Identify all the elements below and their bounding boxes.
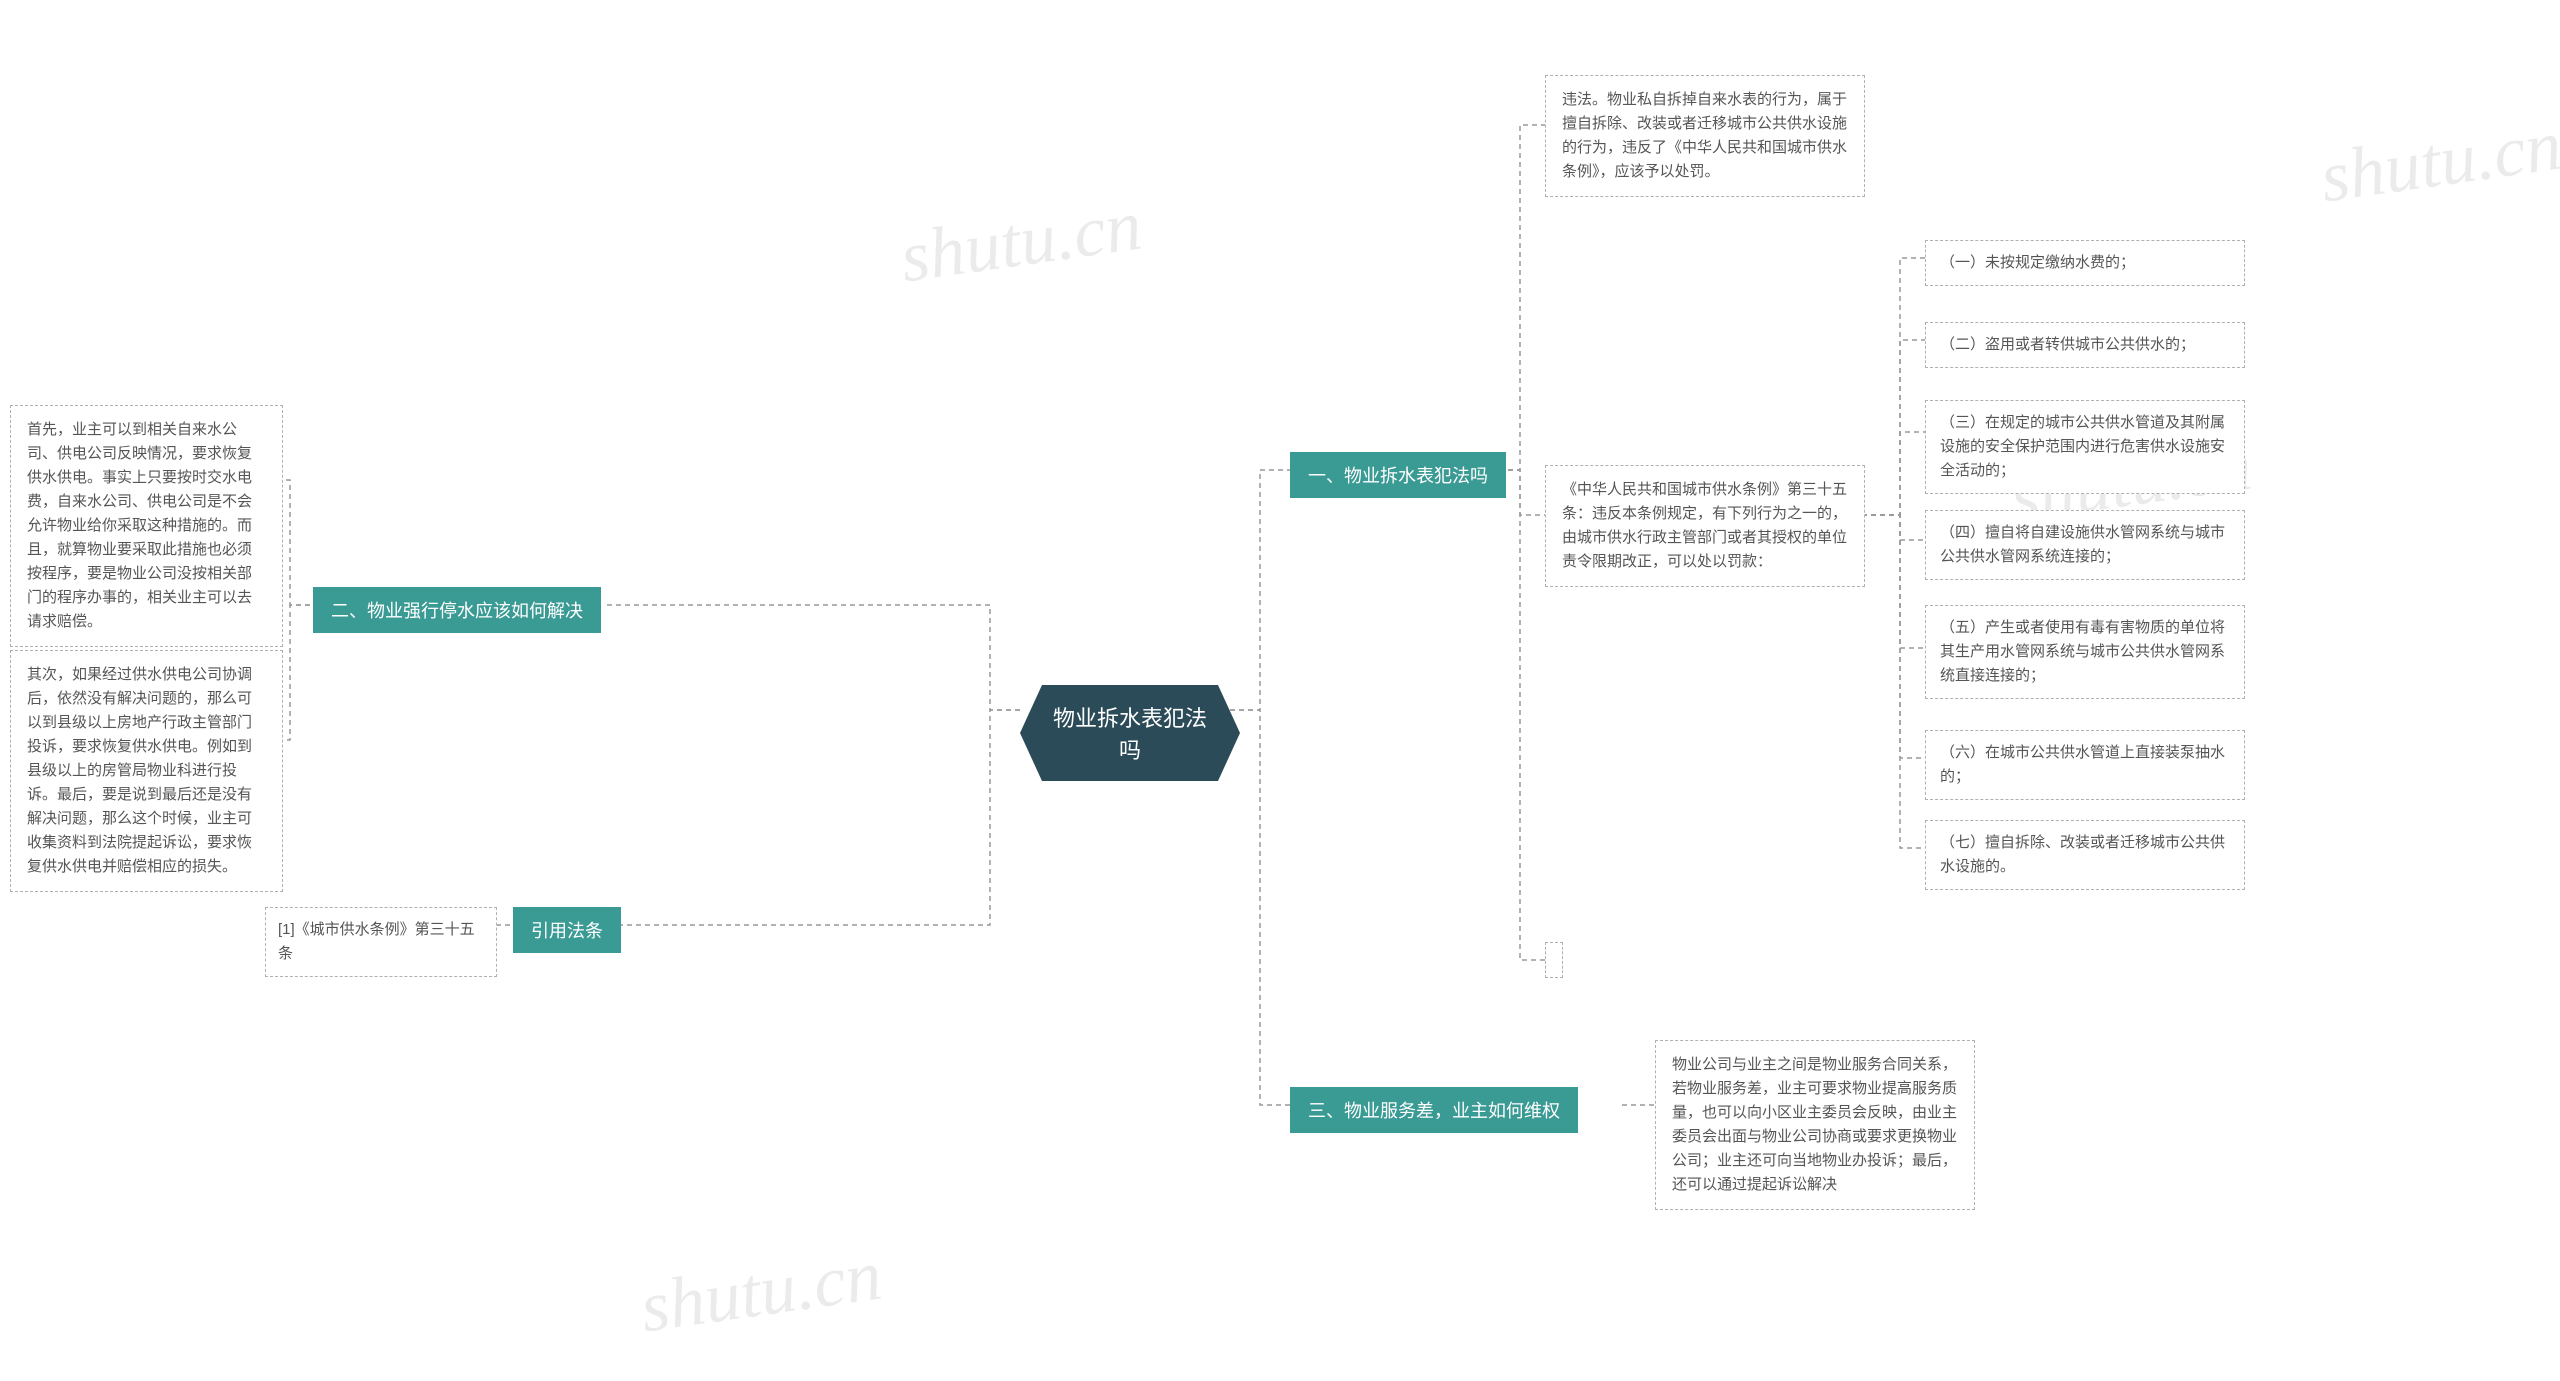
leaf-text: （四）擅自将自建设施供水管网系统与城市公共供水管网系统连接的； bbox=[1940, 524, 2225, 565]
leaf-node-b1-2-2[interactable]: （二）盗用或者转供城市公共供水的； bbox=[1925, 322, 2245, 368]
leaf-text: [1]《城市供水条例》第三十五条 bbox=[278, 921, 475, 962]
leaf-node-b1-2-3[interactable]: （三）在规定的城市公共供水管道及其附属设施的安全保护范围内进行危害供水设施安全活… bbox=[1925, 400, 2245, 494]
leaf-node-b1-empty bbox=[1545, 942, 1563, 978]
leaf-node-b1-2-1[interactable]: （一）未按规定缴纳水费的； bbox=[1925, 240, 2245, 286]
leaf-node-b1-2-4[interactable]: （四）擅自将自建设施供水管网系统与城市公共供水管网系统连接的； bbox=[1925, 510, 2245, 580]
leaf-text: （六）在城市公共供水管道上直接装泵抽水的； bbox=[1940, 744, 2225, 785]
branch-node-3[interactable]: 三、物业服务差，业主如何维权 bbox=[1290, 1087, 1578, 1133]
leaf-text: （一）未按规定缴纳水费的； bbox=[1940, 254, 2135, 271]
leaf-node-b1-2[interactable]: 《中华人民共和国城市供水条例》第三十五条：违反本条例规定，有下列行为之一的，由城… bbox=[1545, 465, 1865, 587]
root-node[interactable]: 物业拆水表犯法吗 bbox=[1020, 685, 1240, 781]
leaf-text: 首先，业主可以到相关自来水公司、供电公司反映情况，要求恢复供水供电。事实上只要按… bbox=[27, 421, 252, 630]
root-label: 物业拆水表犯法吗 bbox=[1044, 701, 1216, 765]
branch-node-4[interactable]: 引用法条 bbox=[513, 907, 621, 953]
branch-label: 三、物业服务差，业主如何维权 bbox=[1308, 1101, 1560, 1121]
leaf-text: 其次，如果经过供水供电公司协调后，依然没有解决问题的，那么可以到县级以上房地产行… bbox=[27, 666, 252, 875]
branch-node-2[interactable]: 二、物业强行停水应该如何解决 bbox=[313, 587, 601, 633]
leaf-node-b1-1[interactable]: 违法。物业私自拆掉自来水表的行为，属于擅自拆除、改装或者迁移城市公共供水设施的行… bbox=[1545, 75, 1865, 197]
leaf-node-b1-2-7[interactable]: （七）擅自拆除、改装或者迁移城市公共供水设施的。 bbox=[1925, 820, 2245, 890]
leaf-node-b2-2[interactable]: 其次，如果经过供水供电公司协调后，依然没有解决问题的，那么可以到县级以上房地产行… bbox=[10, 650, 283, 892]
leaf-node-b2-1[interactable]: 首先，业主可以到相关自来水公司、供电公司反映情况，要求恢复供水供电。事实上只要按… bbox=[10, 405, 283, 647]
leaf-node-b3-1[interactable]: 物业公司与业主之间是物业服务合同关系，若物业服务差，业主可要求物业提高服务质量，… bbox=[1655, 1040, 1975, 1210]
leaf-text: （二）盗用或者转供城市公共供水的； bbox=[1940, 336, 2195, 353]
watermark-text: shutu.cn bbox=[895, 184, 1146, 300]
leaf-text: （三）在规定的城市公共供水管道及其附属设施的安全保护范围内进行危害供水设施安全活… bbox=[1940, 414, 2225, 479]
leaf-text: （七）擅自拆除、改装或者迁移城市公共供水设施的。 bbox=[1940, 834, 2225, 875]
leaf-text: （五）产生或者使用有毒有害物质的单位将其生产用水管网系统与城市公共供水管网系统直… bbox=[1940, 619, 2225, 684]
leaf-text: 违法。物业私自拆掉自来水表的行为，属于擅自拆除、改装或者迁移城市公共供水设施的行… bbox=[1562, 91, 1847, 180]
leaf-text: 《中华人民共和国城市供水条例》第三十五条：违反本条例规定，有下列行为之一的，由城… bbox=[1562, 481, 1847, 570]
branch-node-1[interactable]: 一、物业拆水表犯法吗 bbox=[1290, 452, 1506, 498]
leaf-node-b1-2-6[interactable]: （六）在城市公共供水管道上直接装泵抽水的； bbox=[1925, 730, 2245, 800]
branch-label: 一、物业拆水表犯法吗 bbox=[1308, 466, 1488, 486]
branch-label: 二、物业强行停水应该如何解决 bbox=[331, 601, 583, 621]
watermark-text: shutu.cn bbox=[635, 1234, 886, 1350]
leaf-node-b4-1[interactable]: [1]《城市供水条例》第三十五条 bbox=[265, 907, 497, 977]
leaf-text: 物业公司与业主之间是物业服务合同关系，若物业服务差，业主可要求物业提高服务质量，… bbox=[1672, 1056, 1957, 1193]
branch-label: 引用法条 bbox=[531, 921, 603, 941]
watermark-text: shutu.cn bbox=[2315, 104, 2560, 220]
leaf-node-b1-2-5[interactable]: （五）产生或者使用有毒有害物质的单位将其生产用水管网系统与城市公共供水管网系统直… bbox=[1925, 605, 2245, 699]
